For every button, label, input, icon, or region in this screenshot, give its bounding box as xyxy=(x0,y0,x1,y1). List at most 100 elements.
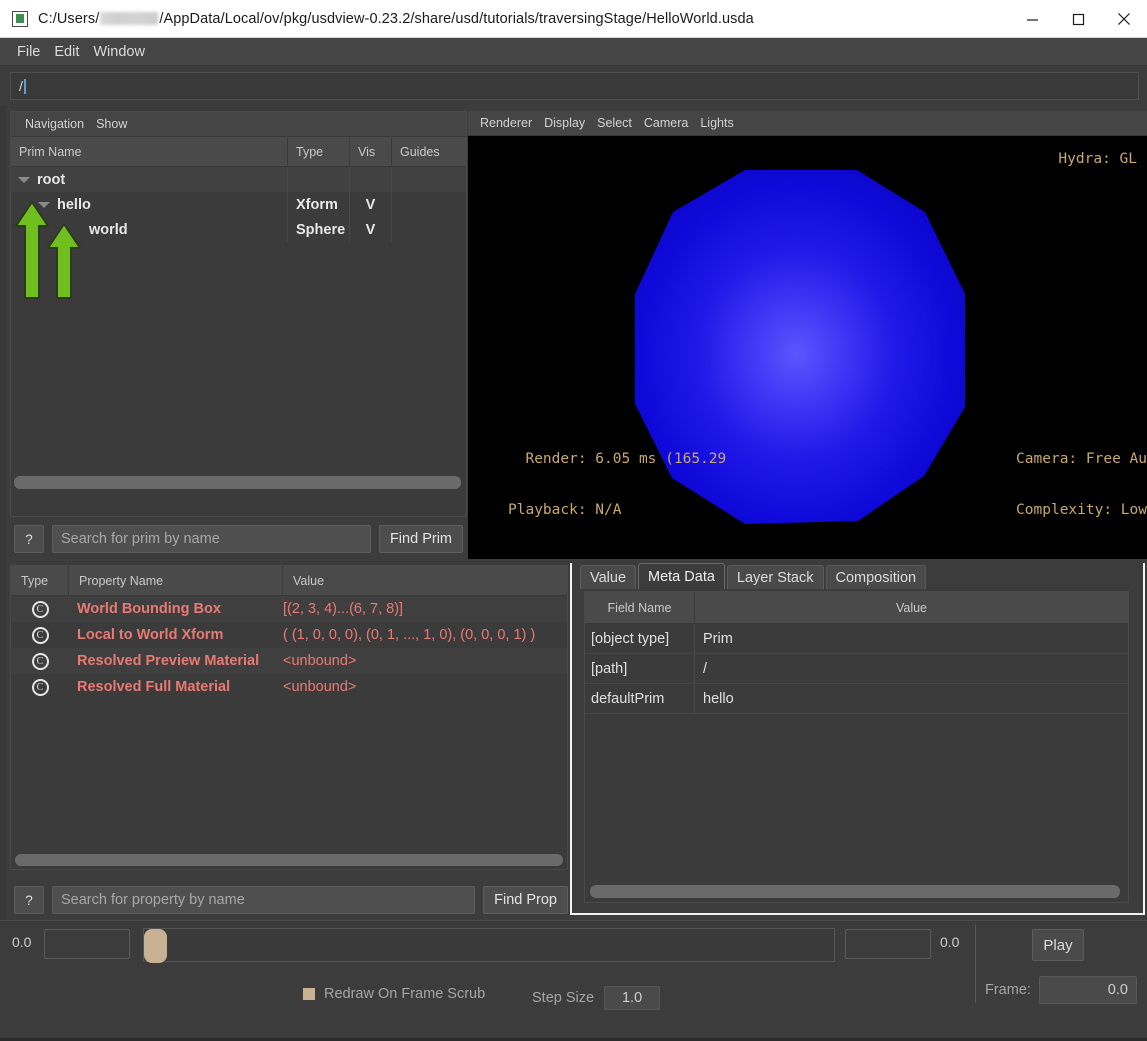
tree-cell-guides[interactable] xyxy=(392,192,466,217)
property-type-cell: C xyxy=(11,596,69,622)
close-button[interactable] xyxy=(1101,0,1147,38)
tab-composition[interactable]: Composition xyxy=(825,565,927,589)
property-row-local-to-world-xform[interactable]: C Local to World Xform ( (1, 0, 0, 0), (… xyxy=(11,622,567,648)
metadata-table: Field Name Value [object type] Prim [pat… xyxy=(584,591,1129,903)
metadata-field-cell: defaultPrim xyxy=(585,684,695,713)
column-header-prop-value[interactable]: Value xyxy=(283,566,567,595)
tree-row-hello[interactable]: hello Xform V xyxy=(11,192,466,217)
timeline-slider-track[interactable] xyxy=(143,928,835,963)
tree-cell-vis[interactable]: V xyxy=(350,192,392,217)
menu-edit[interactable]: Edit xyxy=(47,42,86,62)
timeline-end-input[interactable] xyxy=(845,929,931,959)
play-button[interactable]: Play xyxy=(1032,929,1084,961)
metadata-field-cell: [path] xyxy=(585,654,695,683)
viewport-panel: Renderer Display Select Camera Lights Hy… xyxy=(468,111,1147,559)
chevron-down-icon[interactable] xyxy=(17,173,31,187)
property-search-input[interactable]: Search for property by name xyxy=(52,886,476,914)
redraw-label: Redraw On Frame Scrub xyxy=(324,986,486,1002)
frame-control: Frame: 0.0 xyxy=(985,976,1137,1004)
timeline-separator xyxy=(975,925,976,1003)
hud-render-line: Render: 6.05 ms (165.29 xyxy=(508,451,727,467)
menu-renderer[interactable]: Renderer xyxy=(474,115,538,131)
column-header-prop-type[interactable]: Type xyxy=(11,566,69,595)
scrollbar-thumb[interactable] xyxy=(590,885,1120,898)
tab-value[interactable]: Value xyxy=(580,565,637,589)
tree-cell-guides[interactable] xyxy=(392,217,466,242)
column-header-type[interactable]: Type xyxy=(288,137,350,166)
scrollbar-thumb[interactable] xyxy=(15,854,563,866)
tree-cell-vis[interactable] xyxy=(350,167,392,192)
menu-show[interactable]: Show xyxy=(90,116,133,132)
tree-label-root: root xyxy=(37,171,66,188)
property-row-resolved-preview-material[interactable]: C Resolved Preview Material <unbound> xyxy=(11,648,567,674)
metadata-panel: Value Meta Data Layer Stack Composition … xyxy=(570,563,1145,915)
frame-label: Frame: xyxy=(985,982,1031,998)
property-search-bar: ? Search for property by name Find Prop xyxy=(14,885,568,915)
tree-cell-guides[interactable] xyxy=(392,167,466,192)
menu-navigation[interactable]: Navigation xyxy=(19,116,90,132)
column-header-meta-value[interactable]: Value xyxy=(695,592,1128,623)
redraw-on-frame-scrub-control[interactable]: Redraw On Frame Scrub xyxy=(303,986,485,1002)
menu-window[interactable]: Window xyxy=(86,42,152,62)
column-header-vis[interactable]: Vis xyxy=(350,137,392,166)
property-value-cell: [(2, 3, 4)...(6, 7, 8)] xyxy=(283,601,404,617)
property-search-help-button[interactable]: ? xyxy=(14,886,44,914)
tree-rows: root hello Xform V world Sphere V xyxy=(11,167,466,492)
tree-cell-type: Xform xyxy=(288,192,350,217)
column-header-field-name[interactable]: Field Name xyxy=(585,592,695,623)
minimize-button[interactable] xyxy=(1009,0,1055,38)
redraw-checkbox[interactable] xyxy=(303,988,315,1000)
tab-meta-data[interactable]: Meta Data xyxy=(638,563,725,589)
viewport-menubar: Renderer Display Select Camera Lights xyxy=(468,111,1147,136)
property-row-world-bounding-box[interactable]: C World Bounding Box [(2, 3, 4)...(6, 7,… xyxy=(11,596,567,622)
window-controls xyxy=(1009,0,1147,38)
property-horizontal-scrollbar[interactable] xyxy=(15,854,563,866)
hud-camera-stats: Camera: Free Au Complexity: Low xyxy=(1016,417,1147,553)
frame-input[interactable]: 0.0 xyxy=(1038,976,1137,1004)
tree-row-root[interactable]: root xyxy=(11,167,466,192)
timeline-slider-handle[interactable] xyxy=(144,929,167,963)
menu-select[interactable]: Select xyxy=(591,115,638,131)
property-value-cell: <unbound> xyxy=(283,653,357,669)
maximize-button[interactable] xyxy=(1055,0,1101,38)
metadata-value-cell: hello xyxy=(703,690,734,707)
property-name-cell: World Bounding Box xyxy=(77,601,221,617)
step-size-input[interactable]: 1.0 xyxy=(604,986,661,1010)
menu-file[interactable]: File xyxy=(10,42,47,62)
prim-search-help-button[interactable]: ? xyxy=(14,525,44,553)
property-row-resolved-full-material[interactable]: C Resolved Full Material <unbound> xyxy=(11,674,567,700)
prim-path-value: / xyxy=(19,78,23,94)
viewport-render-area[interactable]: Hydra: GL Render: 6.05 ms (165.29 Playba… xyxy=(468,136,1147,559)
window-title-prefix: C:/Users/ xyxy=(38,10,100,27)
tree-horizontal-scrollbar[interactable] xyxy=(14,476,461,489)
prim-search-input[interactable]: Search for prim by name xyxy=(52,525,371,553)
tab-layer-stack[interactable]: Layer Stack xyxy=(726,565,824,589)
property-type-cell: C xyxy=(11,648,69,674)
menu-display[interactable]: Display xyxy=(538,115,591,131)
metadata-row-default-prim[interactable]: defaultPrim hello xyxy=(585,684,1128,714)
metadata-row-object-type[interactable]: [object type] Prim xyxy=(585,624,1128,654)
property-rows: C World Bounding Box [(2, 3, 4)...(6, 7,… xyxy=(11,596,567,854)
main-menubar: File Edit Window xyxy=(0,38,1147,66)
menu-lights[interactable]: Lights xyxy=(694,115,739,131)
metadata-row-path[interactable]: [path] / xyxy=(585,654,1128,684)
column-header-guides[interactable]: Guides xyxy=(392,137,466,166)
find-prim-button[interactable]: Find Prim xyxy=(378,525,463,553)
property-panel: Type Property Name Value C World Boundin… xyxy=(10,565,568,870)
property-value-cell: <unbound> xyxy=(283,679,357,695)
usdview-window: C:/Users/ /AppData/Local/ov/pkg/usdview-0… xyxy=(0,0,1147,1041)
timeline-start-input[interactable] xyxy=(44,929,130,959)
scrollbar-thumb[interactable] xyxy=(14,476,461,489)
tree-cell-vis[interactable]: V xyxy=(350,217,392,242)
menu-camera[interactable]: Camera xyxy=(638,115,694,131)
window-left-edge xyxy=(0,66,6,920)
column-header-prim-name[interactable]: Prim Name xyxy=(11,137,288,166)
prim-search-bar: ? Search for prim by name Find Prim xyxy=(10,522,467,556)
metadata-horizontal-scrollbar[interactable] xyxy=(590,885,1120,898)
metadata-header-row: Field Name Value xyxy=(585,592,1128,624)
hud-complexity-line: Complexity: Low xyxy=(1016,502,1147,518)
find-prop-button[interactable]: Find Prop xyxy=(483,886,568,914)
prim-path-input[interactable]: / xyxy=(10,72,1139,100)
column-header-prop-name[interactable]: Property Name xyxy=(69,566,283,595)
metadata-tabs: Value Meta Data Layer Stack Composition xyxy=(572,563,1143,589)
